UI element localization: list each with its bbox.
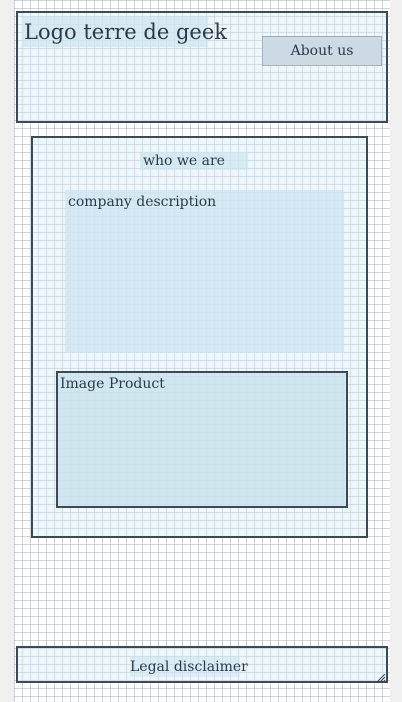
about-us-button[interactable]: About us [262, 36, 382, 66]
section-title: who we are [140, 152, 248, 170]
legal-disclaimer-link[interactable]: Legal disclaimer [130, 657, 248, 677]
resize-grip-icon[interactable] [377, 673, 386, 682]
company-description: company description [65, 190, 344, 353]
image-product-label: Image Product [60, 376, 165, 392]
logo[interactable]: Logo terre de geek [22, 17, 227, 47]
